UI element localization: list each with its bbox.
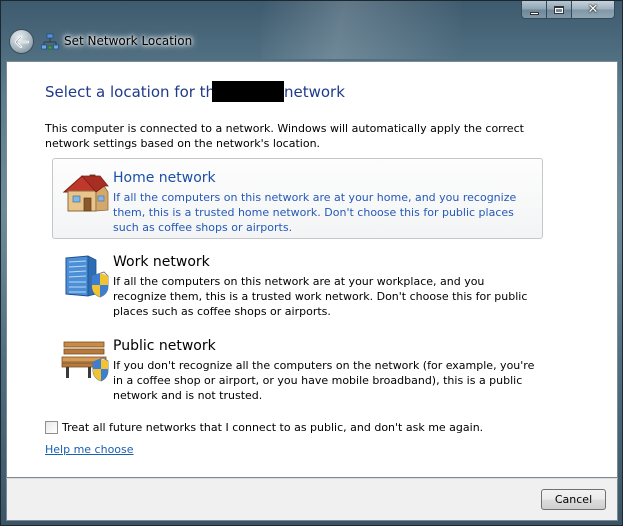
glass-reflection	[261, 1, 461, 59]
public-network-description: If you don't recognize all the computers…	[113, 359, 535, 402]
option-public-network[interactable]: Public network If you don't recognize al…	[52, 326, 543, 407]
treat-as-public-checkbox[interactable]	[45, 421, 58, 434]
intro-text: This computer is connected to a network.…	[45, 122, 524, 150]
office-building-shield-icon	[65, 255, 109, 298]
option-work-network[interactable]: Work network If all the computers on thi…	[52, 242, 543, 323]
maximize-icon	[554, 5, 564, 14]
house-icon	[62, 174, 109, 212]
maximize-button[interactable]	[547, 1, 572, 19]
home-network-title: Home network	[113, 170, 216, 186]
network-icon	[41, 33, 59, 50]
page-heading: Select a location for the	[45, 83, 225, 101]
cancel-button[interactable]: Cancel	[541, 489, 606, 510]
park-bench-shield-icon	[61, 341, 109, 382]
back-arrow-icon	[14, 35, 29, 48]
work-network-description: If all the computers on this network are…	[113, 275, 528, 318]
home-network-description: If all the computers on this network are…	[113, 191, 517, 234]
content-area: Select a location for the network This c…	[6, 61, 618, 478]
treat-as-public-row[interactable]: Treat all future networks that I connect…	[45, 421, 483, 434]
close-icon: ✕	[587, 2, 599, 17]
window-title: Set Network Location	[64, 34, 193, 48]
close-button[interactable]: ✕	[572, 1, 615, 19]
redacted-network-name	[212, 81, 284, 102]
page-heading-suffix: network	[284, 83, 345, 101]
public-network-title: Public network	[113, 338, 216, 354]
treat-as-public-label[interactable]: Treat all future networks that I connect…	[62, 421, 483, 434]
back-button[interactable]	[9, 29, 34, 54]
caption-buttons: ✕	[521, 1, 615, 19]
footer-bar: Cancel	[6, 478, 618, 521]
minimize-icon	[529, 11, 539, 15]
work-network-title: Work network	[113, 254, 210, 270]
window-frame: ✕ Set Network Location Select a location…	[0, 0, 623, 526]
minimize-button[interactable]	[521, 1, 547, 19]
option-home-network[interactable]: Home network If all the computers on thi…	[52, 158, 543, 239]
help-me-choose-link[interactable]: Help me choose	[45, 443, 134, 456]
